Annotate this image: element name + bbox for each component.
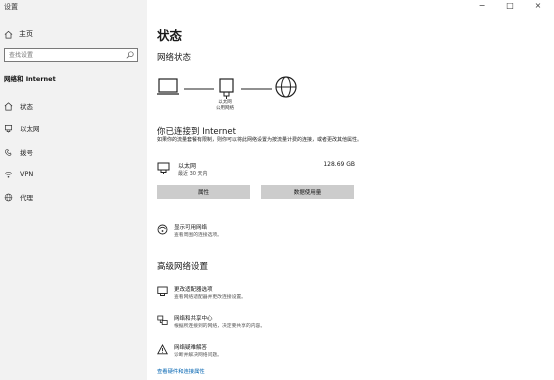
diagram-label: 以太网 公用网络 [212,100,238,112]
advanced-item-title: 网络和共享中心 [174,316,213,322]
internet-globe-icon [275,76,297,98]
sidebar-home[interactable]: 主页 [4,28,33,40]
sidebar-home-label: 主页 [19,30,33,38]
ethernet-icon [157,162,170,174]
show-available-networks-link[interactable]: 显示可用网络 查看周围的连接选项。 [157,223,377,243]
connection-status-description: 如果你的流量套餐有限制，则你可以将此网络设置为按流量计费的连接，或者更改其他属性… [157,137,363,143]
minimize-button[interactable]: − [476,1,488,10]
sidebar-item-vpn[interactable]: VPN [0,167,147,181]
computer-icon [157,78,179,95]
advanced-item-description: 根据所连接到的网络，决定要共享的内容。 [174,324,266,329]
network-troubleshooter-link[interactable]: 网络疑难解答 诊断并解决网络问题。 [157,343,377,363]
maximize-button[interactable]: □ [504,1,516,10]
connection-status-title: 你已连接到 Internet [157,127,236,137]
main-content: − □ × 状态 网络状态 以太网 公用网络 你已连接到 Internet 如果… [147,0,554,380]
sidebar-item-label: 以太网 [20,125,40,133]
hardware-connection-properties-link[interactable]: 查看硬件和连接属性 [157,367,205,375]
sidebar-item-proxy[interactable]: 代理 [0,190,147,204]
adapter-icon [157,286,168,296]
ethernet-adapter-icon [219,78,234,99]
change-adapter-options-link[interactable]: 更改适配器选项 查看网络适配器并更改连接设置。 [157,285,377,305]
warning-icon [157,344,168,355]
ethernet-usage-row: 以太网 最近 30 天内 128.69 GB [157,160,355,180]
page-title: 状态 [157,28,183,43]
home-icon [4,30,13,38]
network-status-heading: 网络状态 [157,53,192,63]
advanced-item-description: 查看网络适配器并更改连接设置。 [174,295,246,300]
ethernet-data-usage: 128.69 GB [323,161,355,168]
ethernet-icon [4,124,13,133]
sidebar-item-dialup[interactable]: 拨号 [0,145,147,159]
wifi-globe-icon [157,224,168,235]
search-input[interactable] [7,49,123,61]
properties-button[interactable]: 属性 [157,185,250,199]
sidebar-item-label: VPN [20,170,34,178]
advanced-item-title: 更改适配器选项 [174,287,213,293]
dialup-icon [5,148,12,156]
close-button[interactable]: × [532,1,544,10]
sidebar-item-label: 代理 [20,194,33,202]
sidebar-item-label: 拨号 [20,149,33,157]
ethernet-name: 以太网 [178,163,197,170]
sharing-center-icon [157,315,168,325]
diagram-label-line2: 公用网络 [216,106,234,111]
advanced-item-title: 网络疑难解答 [174,345,208,351]
sidebar-item-label: 状态 [20,103,33,111]
vpn-icon [5,171,12,178]
ethernet-period: 最近 30 天内 [178,171,208,177]
advanced-item-description: 诊断并解决网络问题。 [174,353,222,358]
window-title: 设置 [4,3,18,11]
sidebar: 设置 主页 网络和 Internet 状态 以太网 拨号 [0,0,147,380]
data-usage-button[interactable]: 数据使用量 [261,185,354,199]
globe-icon [4,193,13,201]
search-icon[interactable] [126,51,134,59]
advanced-settings-heading: 高级网络设置 [157,262,209,272]
sidebar-section-title: 网络和 Internet [4,75,56,83]
search-box[interactable] [4,48,138,62]
home-network-icon [4,101,13,110]
sidebar-item-status[interactable]: 状态 [0,99,147,113]
network-sharing-center-link[interactable]: 网络和共享中心 根据所连接到的网络，决定要共享的内容。 [157,314,377,334]
show-networks-title: 显示可用网络 [174,225,208,231]
sidebar-item-ethernet[interactable]: 以太网 [0,121,147,135]
show-networks-description: 查看周围的连接选项。 [174,233,222,238]
